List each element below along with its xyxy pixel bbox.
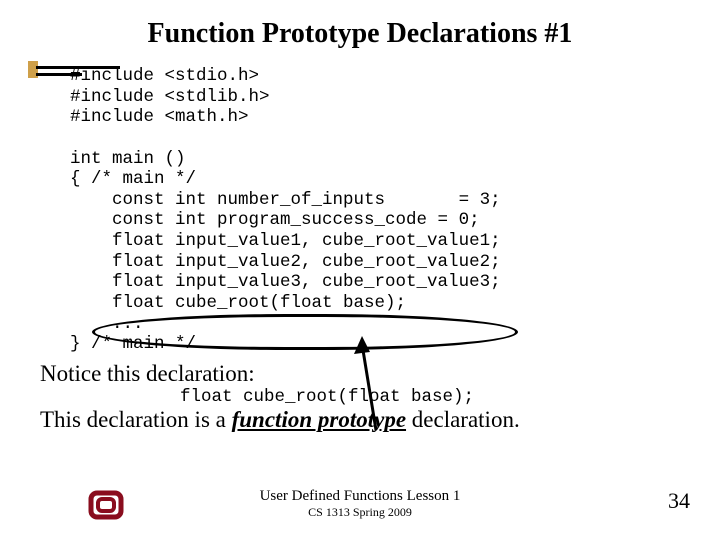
- code-block: #include <stdio.h> #include <stdlib.h> #…: [70, 66, 720, 355]
- footer-line2: CS 1313 Spring 2009: [0, 505, 720, 520]
- conclusion-pre: This declaration is a: [40, 407, 232, 432]
- notice-code: float cube_root(float base);: [180, 387, 720, 407]
- footer: User Defined Functions Lesson 1 CS 1313 …: [0, 488, 720, 520]
- page-title: Function Prototype Declarations #1: [0, 18, 720, 50]
- notice-label: Notice this declaration:: [40, 361, 720, 387]
- title-bar: Function Prototype Declarations #1: [0, 0, 720, 50]
- function-prototype-term: function prototype: [232, 407, 406, 432]
- page-number: 34: [668, 488, 690, 514]
- conclusion-line: This declaration is a function prototype…: [40, 407, 720, 433]
- footer-line1: User Defined Functions Lesson 1: [0, 488, 720, 505]
- conclusion-post: declaration.: [406, 407, 520, 432]
